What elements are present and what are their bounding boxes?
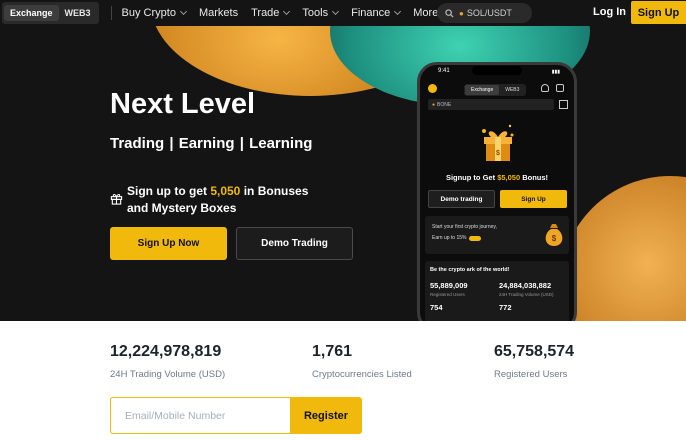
phone-stat-value: 24,884,038,882 [499, 281, 552, 290]
chevron-down-icon [394, 7, 402, 16]
menu-trade[interactable]: Trade [251, 7, 291, 19]
phone-journey-text: Start your first crypto journey, [432, 224, 497, 230]
nav-divider [110, 6, 112, 20]
phone-search-bar: ● BONE [428, 99, 554, 110]
signup-button[interactable]: Sign Up [631, 1, 686, 24]
hero-title: Next Level [110, 88, 256, 120]
sign-up-now-button[interactable]: Sign Up Now [110, 227, 227, 260]
stat-trading-volume-label: 24H Trading Volume (USD) [110, 369, 226, 380]
phone-mockup: 9:41 ▮▮▮ Exchange WEB3 ● BONE $ Signup to… [417, 62, 577, 321]
stat-cryptocurrencies-value: 1,761 [312, 343, 353, 360]
hero-section: Next Level Trading | Earning | Learning … [0, 26, 686, 321]
login-link[interactable]: Log In [593, 6, 626, 18]
headset-icon [541, 84, 549, 92]
chevron-down-icon [179, 7, 188, 16]
menu-markets[interactable]: Markets [199, 7, 238, 19]
phone-stats-card: Be the crypto ark of the world! 55,889,0… [425, 261, 569, 321]
message-icon [556, 84, 564, 92]
phone-signup-bonus-text: Signup to Get $5,050 Bonus! [420, 173, 574, 182]
phone-stat-value: 55,889,009 [430, 281, 468, 290]
phone-stat-value: 772 [499, 303, 512, 312]
menu-buy-crypto-label: Buy Crypto [121, 7, 176, 19]
phone-tab-web3: WEB3 [505, 87, 520, 93]
decorative-orange-orb [560, 176, 686, 321]
tab-web3[interactable]: WEB3 [59, 5, 97, 21]
stat-registered-users-value: 65,758,574 [494, 343, 575, 360]
bonus-amount: 5,050 [210, 184, 241, 198]
signal-battery-icon: ▮▮▮ [551, 69, 560, 75]
chevron-down-icon [283, 7, 291, 16]
email-mobile-field[interactable] [110, 397, 290, 434]
menu-finance[interactable]: Finance [351, 7, 402, 19]
phone-notch [472, 66, 522, 75]
register-button[interactable]: Register [290, 397, 362, 434]
phone-signup-post: Bonus! [520, 173, 549, 182]
stat-trading-volume-value: 12,224,978,819 [110, 343, 222, 360]
search-input[interactable]: ● SOL/USDT [437, 3, 532, 23]
top-navbar: Exchange WEB3 Buy Crypto Markets Trade T… [0, 0, 686, 26]
phone-stats-heading: Be the crypto ark of the world! [430, 267, 510, 273]
chevron-down-icon [332, 7, 340, 16]
phone-journey-card: Start your first crypto journey, Earn up… [425, 216, 569, 254]
phone-tab-exchange: Exchange [465, 85, 500, 95]
demo-trading-button[interactable]: Demo Trading [236, 227, 353, 260]
flame-icon: ● [459, 8, 464, 18]
search-icon [445, 8, 454, 18]
menu-tools-label: Tools [302, 7, 329, 19]
tab-exchange[interactable]: Exchange [4, 5, 59, 21]
scan-icon [559, 100, 568, 109]
bonus-text-line2: and Mystery Boxes [127, 201, 237, 215]
menu-markets-label: Markets [198, 7, 239, 19]
menu-tools[interactable]: Tools [302, 7, 340, 19]
phone-clock: 9:41 [438, 68, 450, 74]
svg-text:$: $ [552, 234, 557, 243]
phone-earn-text: Earn up to 15% [432, 235, 482, 241]
main-menu: Buy Crypto Markets Trade Tools Finance M… [122, 7, 462, 19]
phone-stat-label: Registered Users [430, 292, 465, 297]
money-bag-icon: $ [545, 224, 563, 246]
phone-stat-label: 24H Trading Volume (USD) [499, 292, 554, 297]
phone-search-value: BONE [437, 101, 452, 108]
menu-buy-crypto[interactable]: Buy Crypto [121, 7, 188, 19]
phone-earn-label: Earn up to 15% [432, 235, 467, 241]
bonus-text: Sign up to get 5,050 in Bonuses [127, 184, 308, 198]
stat-registered-users-label: Registered Users [494, 369, 568, 380]
phone-stat-value: 754 [430, 303, 443, 312]
bonus-text-post: in Bonuses [240, 184, 309, 198]
menu-trade-label: Trade [251, 7, 280, 19]
phone-demo-trading-button: Demo trading [428, 190, 495, 208]
phone-signup-pre: Signup to Get [445, 173, 498, 182]
gift-icon [110, 194, 123, 205]
bonus-text-pre: Sign up to get [127, 184, 211, 198]
search-value: SOL/USDT [466, 8, 512, 18]
arrow-icon [469, 235, 482, 241]
hero-subtitle: Trading | Earning | Learning [110, 135, 313, 152]
gift-box-icon: $ [482, 124, 514, 161]
menu-finance-label: Finance [351, 7, 391, 19]
stat-cryptocurrencies-label: Cryptocurrencies Listed [312, 369, 412, 380]
exchange-web3-switch: Exchange WEB3 [2, 2, 99, 24]
phone-signup-amount: $5,050 [497, 173, 521, 182]
menu-more-label: More [413, 7, 439, 19]
phone-exchange-web3-switch: Exchange WEB3 [464, 84, 527, 96]
phone-sign-up-button: Sign Up [500, 190, 567, 208]
svg-text:$: $ [496, 150, 500, 157]
flame-icon: ● [432, 101, 436, 108]
avatar [428, 84, 437, 93]
